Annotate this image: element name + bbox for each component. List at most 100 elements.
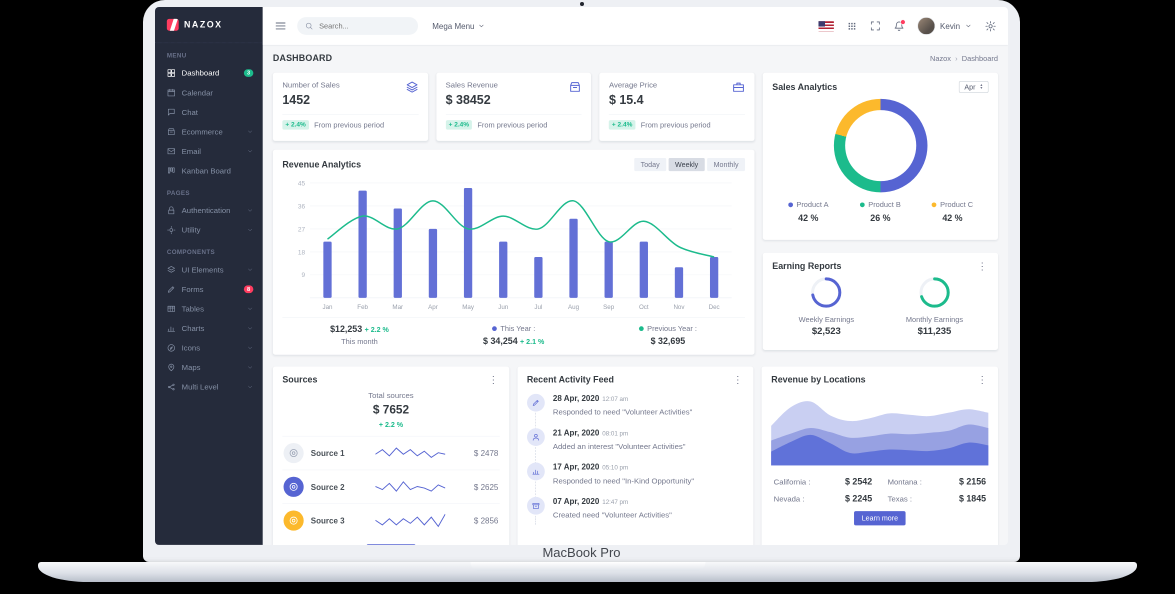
sidebar-nav: MENUDashboard3CalendarChatEcommerceEmail… xyxy=(155,43,263,397)
sidebar-item-label: Tables xyxy=(182,304,241,313)
delta-note: From previous period xyxy=(477,121,547,129)
sidebar-item-email[interactable]: Email xyxy=(155,141,263,161)
archive-icon xyxy=(532,502,540,510)
card-menu-icon[interactable]: ⋮ xyxy=(732,375,744,385)
maps-icon xyxy=(167,363,176,372)
period-value: Apr xyxy=(964,83,975,91)
avatar xyxy=(918,17,936,35)
kanban-icon xyxy=(167,166,176,175)
mega-menu-label: Mega Menu xyxy=(432,22,474,31)
app-logo[interactable]: NAZOX xyxy=(155,7,263,43)
hamburger-menu-button[interactable] xyxy=(275,20,287,32)
sidebar-item-icons[interactable]: Icons xyxy=(155,338,263,358)
stat-title: Number of Sales xyxy=(282,80,418,89)
forms-icon xyxy=(167,285,176,294)
sidebar-section-label: PAGES xyxy=(155,181,263,201)
earning-label: Weekly Earnings xyxy=(772,316,880,324)
svg-text:18: 18 xyxy=(298,249,306,256)
breadcrumb-separator: › xyxy=(955,54,957,62)
sidebar-item-label: UI Elements xyxy=(182,265,241,274)
location-value: $ 1845 xyxy=(959,494,986,504)
svg-text:Jan: Jan xyxy=(322,304,333,311)
sidebar-item-calendar[interactable]: Calendar xyxy=(155,83,263,103)
page-content: DASHBOARD Nazox›Dashboard Number of Sale… xyxy=(263,45,1008,545)
delta-badge: + 2.4% xyxy=(446,120,472,129)
mega-menu-button[interactable]: Mega Menu xyxy=(432,22,485,31)
range-button-today[interactable]: Today xyxy=(634,158,666,171)
sidebar-section-label: COMPONENTS xyxy=(155,240,263,260)
legend-label: Product A xyxy=(796,201,828,209)
sidebar-item-label: Icons xyxy=(182,343,241,352)
topbar: Mega Menu xyxy=(263,7,1008,45)
us-flag-icon[interactable] xyxy=(819,21,834,31)
search-icon xyxy=(305,22,313,30)
source-row-source-3[interactable]: Source 3$ 2856 xyxy=(282,503,499,537)
calendar-icon xyxy=(167,88,176,97)
sales-donut-chart xyxy=(834,99,928,193)
legend-item-product-b: Product B26 % xyxy=(844,201,916,224)
revenue-analytics-card: Revenue Analytics TodayWeeklyMonthly 918… xyxy=(273,150,755,355)
range-button-weekly[interactable]: Weekly xyxy=(669,158,705,171)
search-input[interactable] xyxy=(318,21,391,30)
sidebar-item-label: Calendar xyxy=(182,88,254,97)
svg-text:27: 27 xyxy=(298,226,306,233)
svg-text:Apr: Apr xyxy=(428,304,438,311)
location-stat-montana-: Montana :$ 2156 xyxy=(888,477,987,487)
activity-time: 12:47 pm xyxy=(602,499,628,506)
layers-icon xyxy=(405,80,418,93)
card-menu-icon[interactable]: ⋮ xyxy=(976,375,988,385)
chevron-down-icon xyxy=(247,227,254,234)
sidebar-item-charts[interactable]: Charts xyxy=(155,319,263,339)
sidebar-item-ui-elements[interactable]: UI Elements xyxy=(155,260,263,280)
earning-value: $11,235 xyxy=(880,326,988,337)
chevron-down-icon xyxy=(478,22,485,29)
delta-note: From previous period xyxy=(314,121,384,129)
gear-icon xyxy=(985,20,996,31)
sidebar-item-utility[interactable]: Utility xyxy=(155,220,263,240)
sidebar-item-label: Kanban Board xyxy=(182,166,254,175)
svg-text:Oct: Oct xyxy=(639,304,649,311)
search-box[interactable] xyxy=(297,17,418,35)
sidebar-item-kanban-board[interactable]: Kanban Board xyxy=(155,161,263,181)
stat-card-icon xyxy=(732,80,745,96)
sidebar-item-tables[interactable]: Tables xyxy=(155,299,263,319)
sources-total: Total sources $ 7652 + 2.2 % xyxy=(282,390,499,436)
sidebar-item-authentication[interactable]: Authentication xyxy=(155,201,263,221)
chevron-down-icon xyxy=(247,384,254,391)
sidebar-item-multi-level[interactable]: Multi Level xyxy=(155,377,263,397)
activity-time: 08:01 pm xyxy=(602,430,628,437)
sidebar-item-maps[interactable]: Maps xyxy=(155,358,263,378)
range-button-monthly[interactable]: Monthly xyxy=(707,158,745,171)
legend-value: 42 % xyxy=(916,213,988,223)
activity-feed-card: Recent Activity Feed ⋮ 28 Apr, 202012:07… xyxy=(517,367,753,545)
settings-gear-button[interactable] xyxy=(985,20,996,31)
card-menu-icon[interactable]: ⋮ xyxy=(976,261,988,271)
breadcrumb-item-nazox[interactable]: Nazox xyxy=(930,54,951,62)
learn-more-button[interactable]: Learn more xyxy=(854,511,906,525)
chevron-down-icon xyxy=(247,266,254,273)
earning-gauge xyxy=(918,276,951,309)
revenue-chart-svg: 918273645JanFebMarAprMayJunJulAugSepOctN… xyxy=(282,176,745,313)
chevron-down-icon xyxy=(247,148,254,155)
period-select[interactable]: Apr ▲▼ xyxy=(959,81,988,93)
sidebar-item-ecommerce[interactable]: Ecommerce xyxy=(155,122,263,142)
sources-card: Sources ⋮ Total sources $ 7652 + 2.2 % S… xyxy=(273,367,509,545)
stat-card-number-of-sales: Number of Sales1452+ 2.4%From previous p… xyxy=(273,73,428,141)
source-row-source-2[interactable]: Source 2$ 2625 xyxy=(282,470,499,504)
fullscreen-button[interactable] xyxy=(870,21,881,32)
stat-value: $ 38452 xyxy=(446,93,582,107)
search-icon xyxy=(305,22,313,30)
sidebar-item-label: Multi Level xyxy=(182,383,241,392)
sidebar-item-chat[interactable]: Chat xyxy=(155,102,263,122)
source-row-source-1[interactable]: Source 1$ 2478 xyxy=(282,436,499,470)
apps-grid-button[interactable] xyxy=(847,21,857,31)
activity-item: 17 Apr, 202005:10 pmResponded to need "I… xyxy=(527,462,744,496)
store-icon xyxy=(569,80,582,93)
card-menu-icon[interactable]: ⋮ xyxy=(487,375,499,385)
stat-card-icon xyxy=(405,80,418,96)
chevron-down-icon xyxy=(965,22,972,29)
sidebar-item-dashboard[interactable]: Dashboard3 xyxy=(155,63,263,83)
legend-item-product-c: Product C42 % xyxy=(916,201,988,224)
user-menu-button[interactable]: Kevin xyxy=(918,17,972,35)
sidebar-item-forms[interactable]: Forms8 xyxy=(155,280,263,300)
